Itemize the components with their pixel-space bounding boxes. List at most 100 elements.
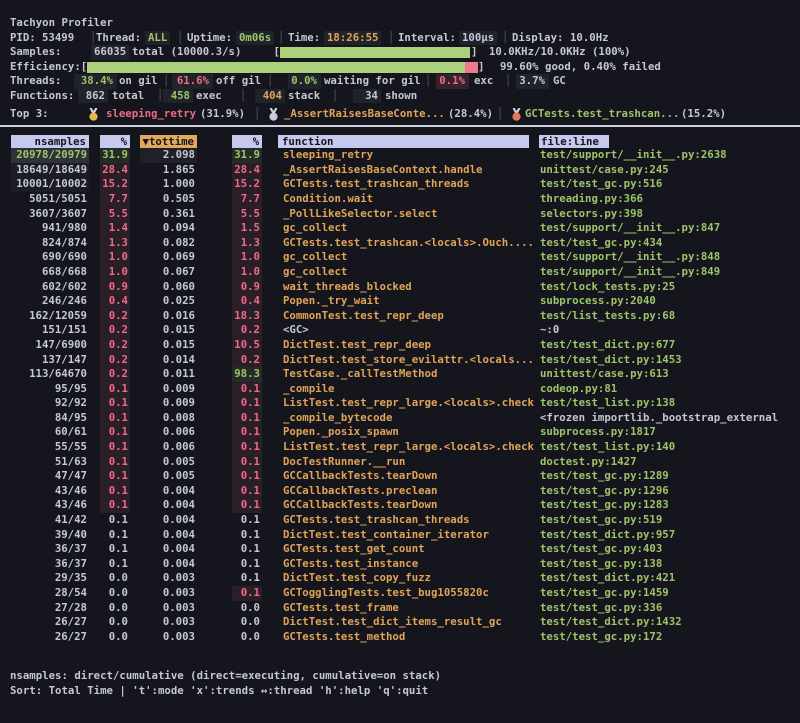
cell-fn: GCTests.test_trashcan_threads	[283, 513, 535, 528]
cell-p2: 0.1	[232, 411, 262, 426]
cell-fl: test/test_gc.py:519	[540, 513, 798, 528]
cell-fn: Condition.wait	[283, 192, 535, 207]
cell-ns: 43/46	[11, 498, 89, 513]
cell-ns: 36/37	[11, 542, 89, 557]
bronze-medal-icon	[510, 108, 523, 121]
cell-fn: GCCallbackTests.tearDown	[283, 469, 535, 484]
cell-p1: 0.2	[100, 309, 130, 324]
column-header-tottime[interactable]: ▼tottime	[140, 135, 197, 149]
cell-p1: 15.2	[100, 177, 130, 192]
cell-fn: gc_collect	[283, 265, 535, 280]
cell-ns: 60/61	[11, 425, 89, 440]
cell-tt: 0.005	[140, 469, 197, 484]
cell-p1: 0.0	[100, 615, 130, 630]
column-header-nsamples[interactable]: nsamples	[11, 135, 89, 149]
cell-fl: test/test_gc.py:1283	[540, 498, 798, 513]
table-row: 84/950.10.0080.1_compile_bytecode<frozen…	[0, 411, 800, 426]
cell-fl: test/test_gc.py:172	[540, 630, 798, 645]
text-segment: [	[274, 45, 280, 60]
waiting-gil-pct: 0.0%	[288, 74, 321, 89]
functions-shown: 34	[353, 89, 381, 104]
functions-label: Functions:	[10, 89, 74, 104]
cell-p1: 0.2	[100, 367, 130, 382]
cell-fn: sleeping_retry	[283, 148, 535, 163]
cell-ns: 26/27	[11, 615, 89, 630]
column-header-pct[interactable]: %	[100, 135, 130, 149]
top3-name: GCTests.test_trashcan...	[525, 107, 679, 122]
cell-tt: 0.016	[140, 309, 197, 324]
silver-medal-icon	[267, 108, 280, 121]
cell-p2: 0.0	[232, 615, 262, 630]
table-row: 147/69000.20.01510.5DictTest.test_repr_d…	[0, 338, 800, 353]
cell-fn: _compile	[283, 382, 535, 397]
cell-p1: 0.1	[100, 542, 130, 557]
cell-fn: Popen._try_wait	[283, 294, 535, 309]
cell-tt: 1.865	[140, 163, 197, 178]
column-header-function[interactable]: function	[278, 135, 529, 149]
cell-ns: 43/46	[11, 484, 89, 499]
cell-ns: 39/40	[11, 528, 89, 543]
cell-p1: 0.1	[100, 455, 130, 470]
samples-total: 66035	[91, 45, 129, 60]
title-line: Tachyon Profiler	[0, 16, 800, 31]
top1-pct: (31.9%)	[200, 107, 245, 122]
cell-p1: 0.1	[100, 484, 130, 499]
table-row: 43/460.10.0040.1GCCallbackTests.preclean…	[0, 484, 800, 499]
cell-p2: 31.9	[232, 148, 262, 163]
cell-p2: 0.1	[232, 396, 262, 411]
cell-fl: ~:0	[540, 323, 798, 338]
cell-p1: 0.9	[100, 280, 130, 295]
cell-fl: test/test_gc.py:434	[540, 236, 798, 251]
efficiency-line: Efficiency:[]99.60% good, 0.40% failed	[0, 60, 800, 75]
text-segment: │	[254, 107, 260, 122]
table-row: 18649/1864928.41.86528.4_AssertRaisesBas…	[0, 163, 800, 178]
cell-fl: test/test_gc.py:1459	[540, 586, 798, 601]
table-row: 51/630.10.0050.1DocTestRunner.__rundocte…	[0, 455, 800, 470]
cell-p1: 0.1	[100, 411, 130, 426]
cell-fn: gc_collect	[283, 221, 535, 236]
cell-ns: 55/55	[11, 440, 89, 455]
cell-ns: 137/147	[11, 353, 89, 368]
text-segment: │	[177, 31, 183, 46]
cell-p2: 0.1	[232, 542, 262, 557]
cell-ns: 26/27	[11, 630, 89, 645]
cell-p1: 0.1	[100, 425, 130, 440]
cell-p2: 0.2	[232, 353, 262, 368]
cell-fn: _AssertRaisesBaseContext.handle	[283, 163, 535, 178]
cell-fn: GCTests.test_instance	[283, 557, 535, 572]
cell-p2: 28.4	[232, 163, 262, 178]
cell-p1: 7.7	[100, 192, 130, 207]
table-row: 43/460.10.0040.1GCCallbackTests.tearDown…	[0, 498, 800, 513]
cell-p1: 0.1	[100, 382, 130, 397]
cell-fl: test/test_dict.py:957	[540, 528, 798, 543]
time-value: 18:26:55	[324, 31, 381, 46]
cell-ns: 20978/20979	[11, 148, 89, 163]
pid-value: 53499	[42, 31, 74, 46]
cell-tt: 0.361	[140, 207, 197, 222]
cell-ns: 113/64670	[11, 367, 89, 382]
cell-tt: 0.004	[140, 542, 197, 557]
functions-stack: 404	[255, 89, 285, 104]
cell-fl: codeop.py:81	[540, 382, 798, 397]
cell-p1: 0.1	[100, 498, 130, 513]
cell-p2: 1.0	[232, 265, 262, 280]
cell-p1: 1.0	[100, 265, 130, 280]
cell-fl: test/test_gc.py:138	[540, 557, 798, 572]
cell-p1: 0.1	[100, 513, 130, 528]
cell-p1: 31.9	[100, 148, 130, 163]
column-header-pct[interactable]: %	[232, 135, 262, 149]
gc-pct: 3.7%	[516, 74, 549, 89]
cell-p1: 28.4	[100, 163, 130, 178]
cell-p1: 0.0	[100, 571, 130, 586]
table-row: 55/550.10.0060.1ListTest.test_repr_large…	[0, 440, 800, 455]
samples-label: Samples:	[10, 45, 61, 60]
info-line: PID: 53499│Thread: ALL│Uptime: 0m06s│Tim…	[0, 31, 800, 46]
table-row: 113/646700.20.01198.3TestCase._callTestM…	[0, 367, 800, 382]
cell-tt: 0.006	[140, 440, 197, 455]
samples-line: Samples:66035total (10000.3/s)[]10.0KHz/…	[0, 45, 800, 60]
cell-fn: _PollLikeSelector.select	[283, 207, 535, 222]
column-header-file-line[interactable]: file:line	[539, 135, 609, 149]
cell-p2: 1.3	[232, 236, 262, 251]
text-segment: │	[502, 31, 508, 46]
table-row: 602/6020.90.0600.9wait_threads_blockedte…	[0, 280, 800, 295]
